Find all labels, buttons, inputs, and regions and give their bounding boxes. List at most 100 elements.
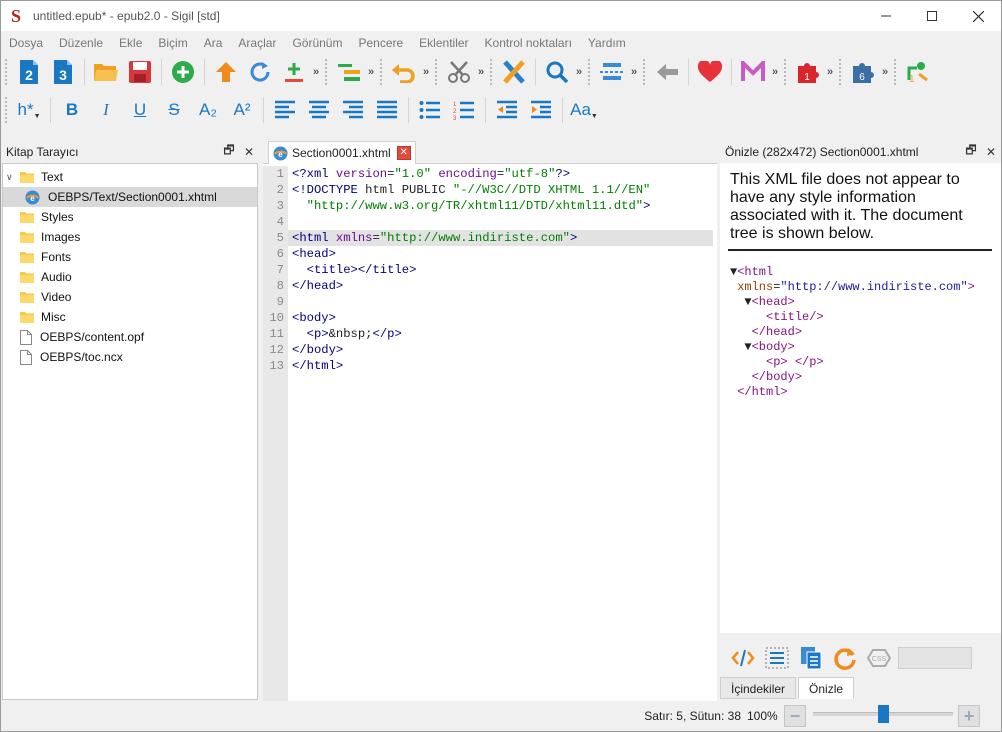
code-line[interactable]: </body>	[288, 342, 713, 358]
code-line[interactable]: <p>&nbsp;</p>	[288, 326, 713, 342]
close-panel-icon[interactable]: ✕	[981, 145, 1001, 159]
tree-item-styles-folder[interactable]: Styles	[3, 207, 257, 227]
menu-insert[interactable]: Ekle	[111, 33, 150, 53]
menu-tools[interactable]: Araçlar	[230, 33, 284, 53]
code-line[interactable]: <body>	[288, 310, 713, 326]
cut-scissors-icon[interactable]	[442, 56, 476, 88]
toolbar-overflow-icon[interactable]: »	[825, 66, 835, 78]
code-text-area[interactable]: <?xml version="1.0" encoding="utf-8"?> <…	[288, 166, 717, 701]
close-panel-icon[interactable]: ✕	[239, 145, 259, 159]
code-line[interactable]: <title></title>	[288, 262, 713, 278]
open-folder-icon[interactable]	[89, 56, 123, 88]
tab-preview[interactable]: Önizle	[798, 677, 855, 699]
menu-search[interactable]: Ara	[196, 33, 231, 53]
table-of-contents-icon[interactable]	[595, 56, 629, 88]
tree-item-misc-folder[interactable]: Misc	[3, 307, 257, 327]
expand-arrow-icon[interactable]: ∨	[6, 172, 20, 183]
menu-plugins[interactable]: Eklentiler	[411, 33, 476, 53]
validate-x-icon[interactable]	[497, 56, 531, 88]
toolbar-overflow-icon[interactable]: »	[574, 66, 584, 78]
zoom-slider-thumb[interactable]	[878, 705, 889, 723]
align-right-icon[interactable]	[336, 95, 370, 125]
back-arrow-icon[interactable]	[650, 56, 684, 88]
italic-button[interactable]: I	[89, 95, 123, 125]
tree-item-video-folder[interactable]: Video	[3, 287, 257, 307]
superscript-button[interactable]: A²	[225, 95, 259, 125]
inspect-css-icon[interactable]: CSS	[862, 643, 896, 673]
toolbar-grip[interactable]	[5, 59, 9, 85]
tree-item-images-folder[interactable]: Images	[3, 227, 257, 247]
code-view-icon[interactable]	[726, 643, 760, 673]
numbered-list-icon[interactable]: 123	[447, 95, 481, 125]
zoom-in-button[interactable]: +	[958, 705, 980, 727]
menu-help[interactable]: Yardım	[580, 33, 634, 53]
tree-item-toc-ncx[interactable]: OEBPS/toc.ncx	[3, 347, 257, 367]
refresh-icon[interactable]	[243, 56, 277, 88]
select-all-icon[interactable]	[760, 643, 794, 673]
toolbar-grip[interactable]	[894, 59, 898, 85]
clip-plugin-icon[interactable]: 1	[901, 56, 935, 88]
xml-tree-row[interactable]: ▼<head>	[730, 295, 1000, 310]
toolbar-grip[interactable]	[325, 59, 329, 85]
preview-search-input[interactable]	[898, 647, 972, 669]
tab-section0001[interactable]: e Section0001.xhtml ✕	[268, 141, 416, 164]
plugin-6-icon[interactable]: 6	[846, 56, 880, 88]
menu-edit[interactable]: Düzenle	[51, 33, 111, 53]
toolbar-overflow-icon[interactable]: »	[629, 66, 639, 78]
xml-tree-row[interactable]: ▼<html	[730, 265, 1000, 280]
save-icon[interactable]	[123, 56, 157, 88]
minimize-button[interactable]	[863, 1, 909, 31]
toolbar-overflow-icon[interactable]: »	[366, 66, 376, 78]
heading-3-icon[interactable]: 3	[46, 56, 80, 88]
heart-donate-icon[interactable]	[693, 56, 727, 88]
align-justify-icon[interactable]	[370, 95, 404, 125]
tree-item-content-opf[interactable]: OEBPS/content.opf	[3, 327, 257, 347]
tree-item-audio-folder[interactable]: Audio	[3, 267, 257, 287]
tab-table-of-contents[interactable]: İçindekiler	[720, 677, 797, 699]
maximize-button[interactable]	[909, 1, 955, 31]
undo-icon[interactable]	[387, 56, 421, 88]
code-line[interactable]: <head>	[288, 246, 713, 262]
align-left-icon[interactable]	[268, 95, 302, 125]
tree-item-text-folder[interactable]: ∨ Text	[3, 167, 257, 187]
toolbar-grip[interactable]	[839, 59, 843, 85]
menu-format[interactable]: Biçim	[150, 33, 195, 53]
bold-button[interactable]: B	[55, 95, 89, 125]
zoom-out-button[interactable]: −	[784, 705, 806, 727]
code-line[interactable]: "http://www.w3.org/TR/xhtml11/DTD/xhtml1…	[288, 198, 713, 214]
insert-add-icon[interactable]	[277, 56, 311, 88]
code-line[interactable]: </head>	[288, 278, 713, 294]
toolbar-grip[interactable]	[784, 59, 788, 85]
search-icon[interactable]	[540, 56, 574, 88]
float-panel-icon[interactable]: 🗗	[961, 141, 981, 162]
toolbar-overflow-icon[interactable]: »	[311, 66, 321, 78]
tree-item-fonts-folder[interactable]: Fonts	[3, 247, 257, 267]
decrease-indent-icon[interactable]	[490, 95, 524, 125]
menu-view[interactable]: Görünüm	[284, 33, 350, 53]
toolbar-overflow-icon[interactable]: »	[476, 66, 486, 78]
code-line[interactable]	[288, 294, 713, 310]
copy-icon[interactable]	[794, 643, 828, 673]
add-file-icon[interactable]	[166, 56, 200, 88]
toolbar-overflow-icon[interactable]: »	[421, 66, 431, 78]
toolbar-grip[interactable]	[435, 59, 439, 85]
code-line-current[interactable]: <html xmlns="http://www.indiriste.com">	[288, 230, 713, 246]
reload-icon[interactable]	[828, 643, 862, 673]
strikethrough-button[interactable]: S	[157, 95, 191, 125]
bullet-list-icon[interactable]	[413, 95, 447, 125]
close-window-button[interactable]	[955, 1, 1001, 31]
underline-button[interactable]: U	[123, 95, 157, 125]
toolbar-grip[interactable]	[490, 59, 494, 85]
change-case-button[interactable]: Aa ▼	[567, 95, 601, 125]
menu-checkpoints[interactable]: Kontrol noktaları	[477, 33, 580, 53]
float-panel-icon[interactable]: 🗗	[219, 141, 239, 162]
plugin-1-icon[interactable]: 1	[791, 56, 825, 88]
subscript-button[interactable]: A₂	[191, 95, 225, 125]
code-line[interactable]	[288, 214, 713, 230]
align-center-icon[interactable]	[302, 95, 336, 125]
menu-file[interactable]: Dosya	[1, 33, 51, 53]
toolbar-grip[interactable]	[5, 97, 9, 123]
tree-item-section0001[interactable]: e OEBPS/Text/Section0001.xhtml	[3, 187, 257, 207]
code-line[interactable]: <?xml version="1.0" encoding="utf-8"?>	[288, 166, 713, 182]
xml-tree-row[interactable]: ▼<body>	[730, 340, 1000, 355]
